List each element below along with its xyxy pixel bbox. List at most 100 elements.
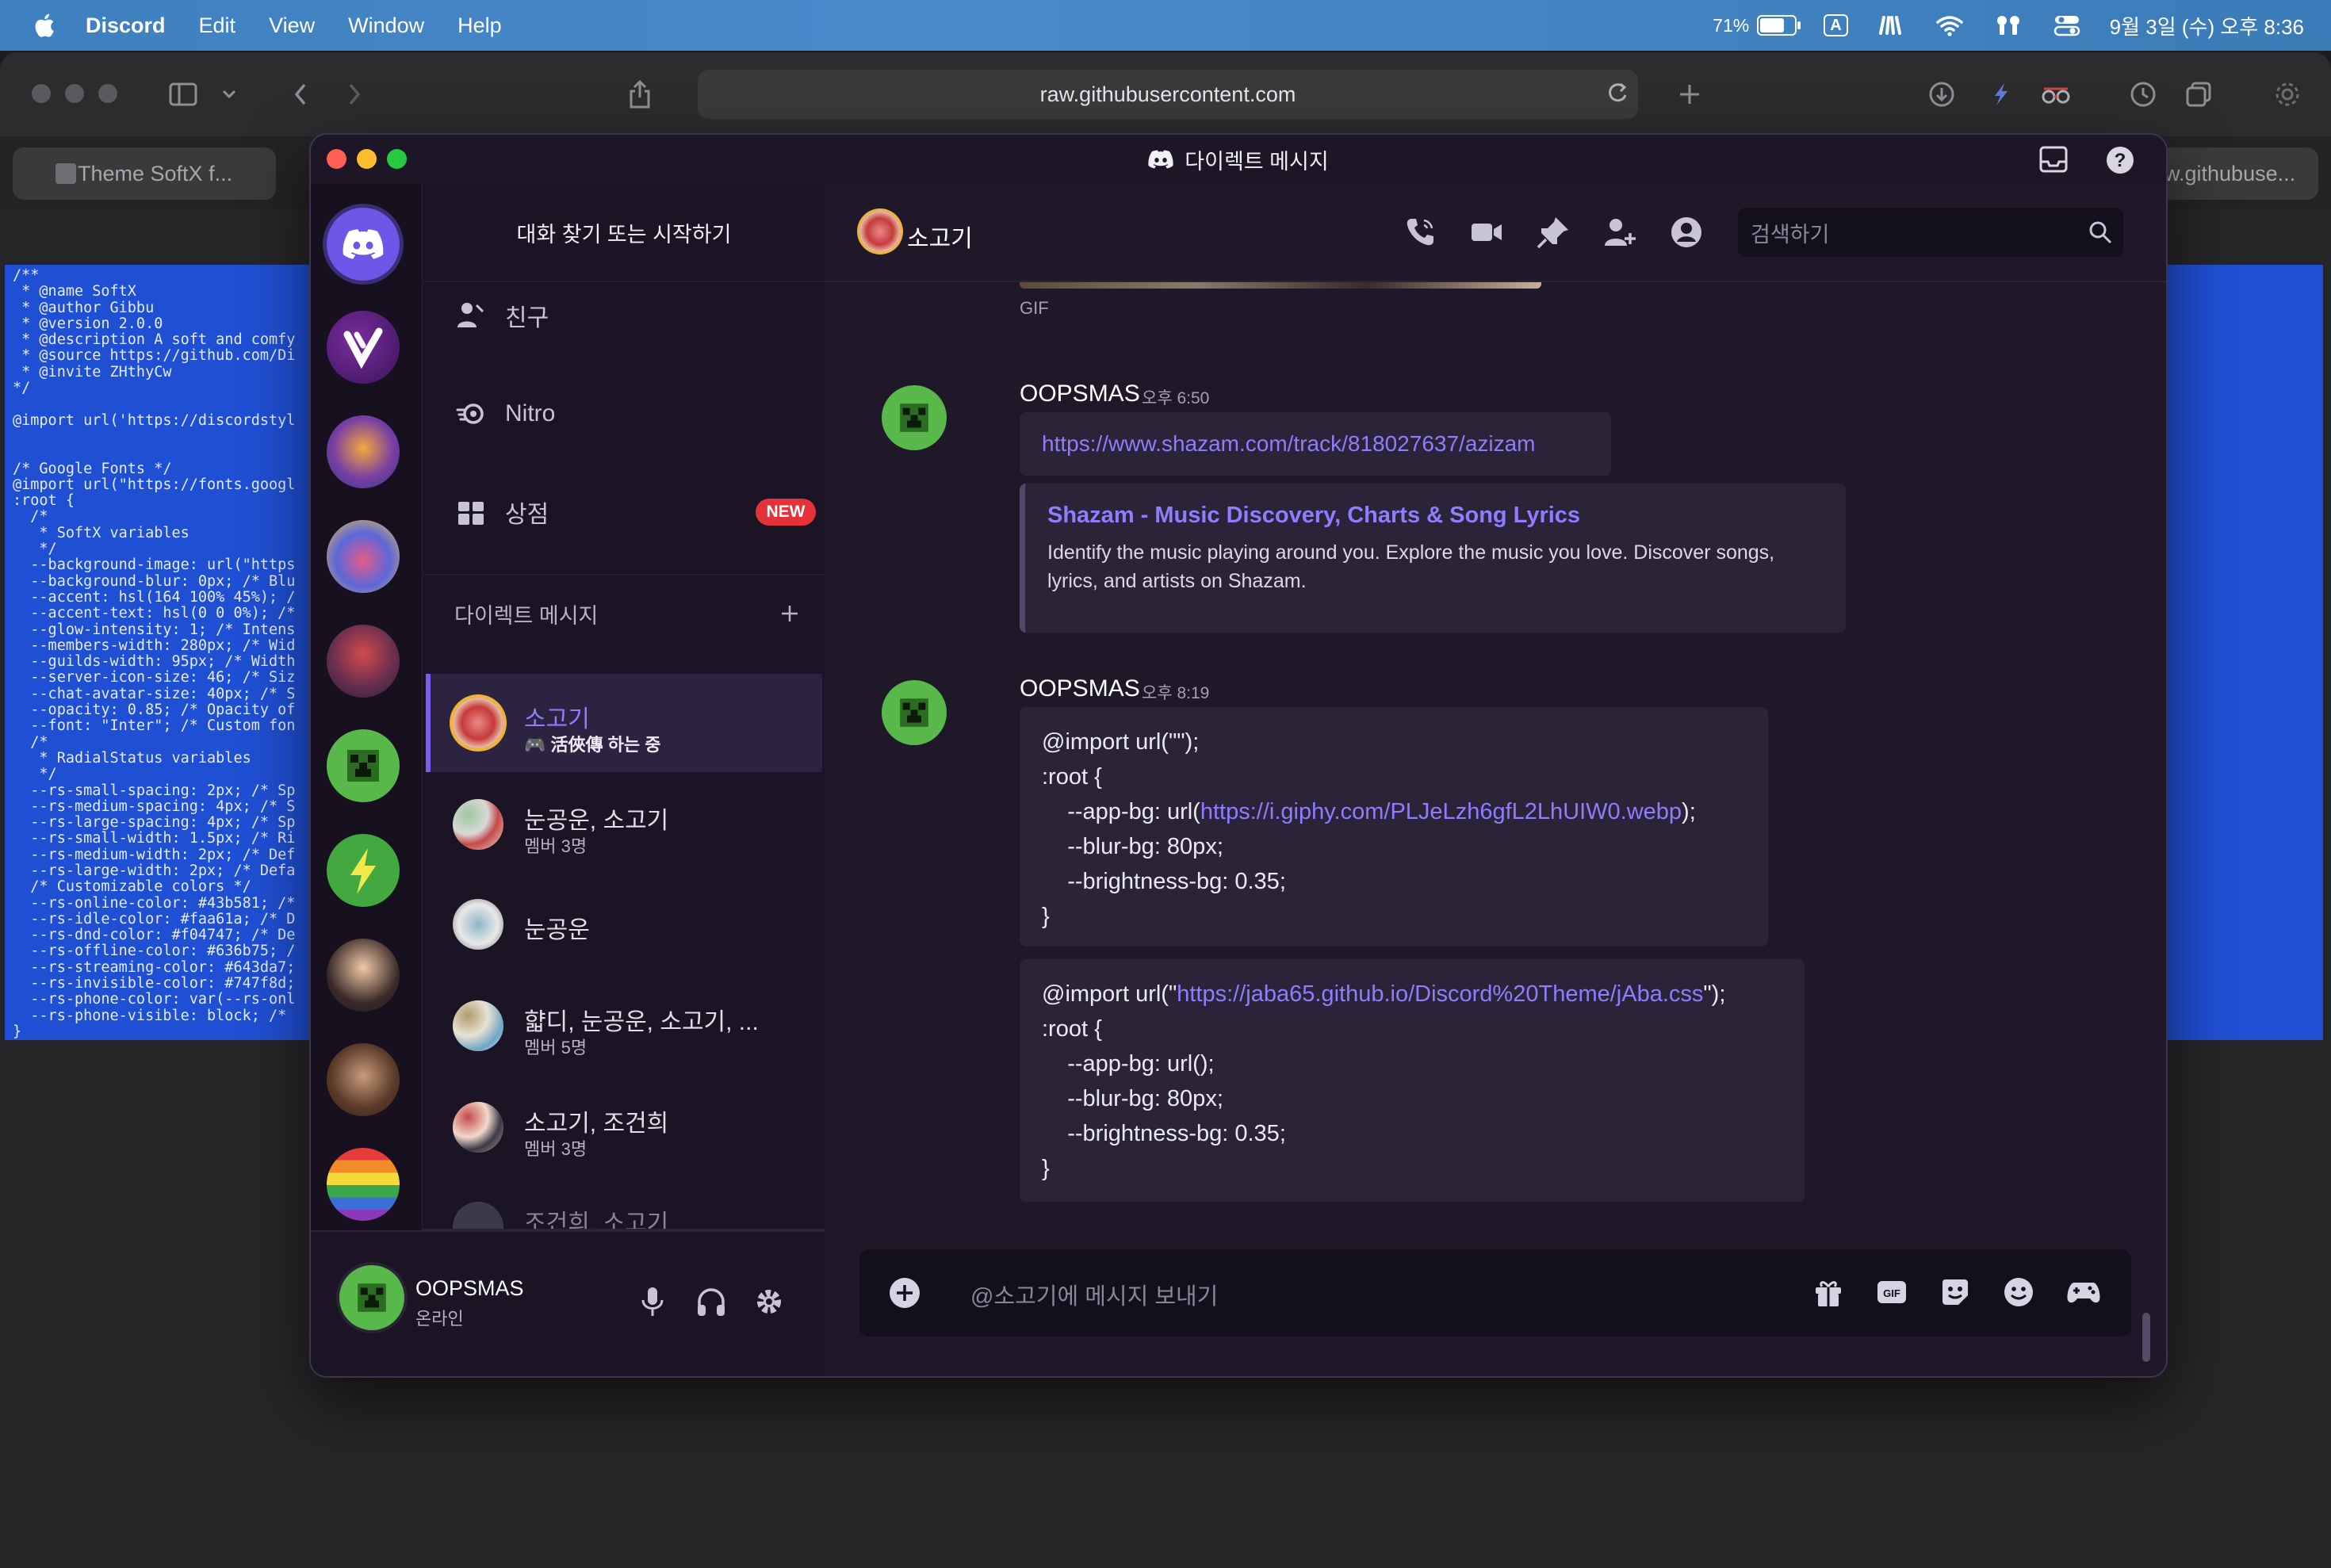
server-icon-bolt[interactable] <box>327 834 400 907</box>
reload-icon[interactable] <box>1605 76 1630 117</box>
css-source-code-right <box>2160 265 2323 1040</box>
dm-item-group-4[interactable]: 조건희, 소고기 <box>426 1178 822 1230</box>
gif-preview[interactable] <box>1020 282 1541 289</box>
shazam-link[interactable]: https://www.shazam.com/track/818027637/a… <box>1020 412 1611 476</box>
code-line: "); <box>1703 981 1726 1007</box>
link-embed-card: Shazam - Music Discovery, Charts & Song … <box>1020 484 1846 633</box>
server-icon-4[interactable] <box>327 625 400 698</box>
sticker-icon[interactable] <box>1939 1276 1973 1310</box>
address-bar[interactable]: raw.githubusercontent.com <box>698 70 1638 119</box>
safari-zoom-button[interactable] <box>98 84 117 103</box>
menu-app-name[interactable]: Discord <box>86 13 166 38</box>
nav-shop[interactable]: 상점 NEW <box>456 488 816 536</box>
nav-nitro[interactable]: Nitro <box>456 390 555 438</box>
server-icon-2[interactable] <box>327 415 400 488</box>
wifi-icon[interactable] <box>1934 14 1965 36</box>
server-icon-pixel[interactable] <box>327 1043 400 1116</box>
find-conversation-button[interactable]: 대화 찾기 또는 시작하기 <box>423 184 825 282</box>
add-attachment-icon[interactable] <box>888 1276 921 1310</box>
safari-close-button[interactable] <box>32 84 51 103</box>
channel-avatar <box>859 211 901 252</box>
microphone-icon[interactable] <box>639 1286 666 1321</box>
server-icon-rainbow[interactable] <box>327 1148 400 1221</box>
help-icon[interactable]: ? <box>2106 146 2134 180</box>
server-icon-1[interactable] <box>327 311 400 384</box>
tab-theme-softx[interactable]: Theme SoftX f... <box>13 147 276 200</box>
input-source-indicator[interactable]: A <box>1824 14 1848 36</box>
forward-icon[interactable] <box>336 76 373 113</box>
chat-scrollbar[interactable] <box>2142 1313 2150 1362</box>
apple-icon[interactable] <box>32 12 56 39</box>
menu-view[interactable]: View <box>269 13 315 38</box>
dm-name: 햛디, 눈공운, 소고기, ... <box>524 1009 759 1035</box>
back-icon[interactable] <box>282 76 319 113</box>
new-badge: NEW <box>756 499 816 526</box>
dm-item-nungongun[interactable]: 눈공운 <box>426 875 822 973</box>
code-line: --app-bg: url(); <box>1042 1051 1215 1077</box>
add-friends-to-dm-icon[interactable] <box>1603 216 1636 249</box>
message-avatar[interactable] <box>882 680 947 745</box>
code-line: --brightness-bg: 0.35; <box>1042 869 1286 894</box>
dm-item-sogogi[interactable]: 소고기 🎮 活俠傳 하는 중 <box>426 674 822 772</box>
code-line: @import url(""); <box>1042 729 1200 755</box>
gif-label: GIF <box>1020 298 1049 318</box>
menu-help[interactable]: Help <box>457 13 502 38</box>
activities-gamepad-icon[interactable] <box>2066 1276 2100 1310</box>
glasses-extension-icon[interactable] <box>2038 76 2074 113</box>
user-settings-gear-icon[interactable] <box>753 1286 785 1321</box>
nav-friends[interactable]: 친구 <box>456 292 549 339</box>
emoji-icon[interactable] <box>2003 1276 2036 1310</box>
new-tab-icon[interactable] <box>1671 76 1708 113</box>
battery-status[interactable]: 71% <box>1713 15 1801 36</box>
gift-icon[interactable] <box>1812 1276 1846 1310</box>
server-icon-person[interactable] <box>327 939 400 1012</box>
dm-item-group-1[interactable]: 눈공운, 소고기 멤버 3명 <box>426 775 822 874</box>
user-profile-icon[interactable] <box>1670 216 1703 249</box>
voice-call-icon[interactable] <box>1403 216 1437 249</box>
share-icon[interactable] <box>622 76 658 113</box>
message-author[interactable]: OOPSMAS <box>1020 381 1140 407</box>
tabs-overview-icon[interactable] <box>2180 76 2217 113</box>
dm-member-count: 멤버 3명 <box>524 1139 588 1159</box>
sidebar-toggle-icon[interactable] <box>165 76 201 113</box>
user-avatar[interactable] <box>339 1265 404 1330</box>
chevron-down-icon[interactable] <box>211 76 247 113</box>
minimize-button[interactable] <box>357 149 377 169</box>
zoom-button[interactable] <box>387 149 407 169</box>
server-icon-creeper[interactable] <box>327 729 400 802</box>
gif-picker-icon[interactable]: GIF <box>1876 1276 1909 1310</box>
jaba-css-link[interactable]: https://jaba65.github.io/Discord%20Theme… <box>1177 981 1703 1007</box>
control-widget-icon[interactable] <box>1875 14 1907 36</box>
menu-window[interactable]: Window <box>348 13 424 38</box>
downloads-icon[interactable] <box>1923 76 1960 113</box>
home-button[interactable] <box>327 208 400 281</box>
close-button[interactable] <box>327 149 346 169</box>
safari-minimize-button[interactable] <box>65 84 84 103</box>
dm-item-group-3[interactable]: 소고기, 조건희 멤버 3명 <box>426 1078 822 1176</box>
server-icon-3[interactable] <box>327 520 400 593</box>
code-line: :root { <box>1042 764 1102 790</box>
embed-title[interactable]: Shazam - Music Discovery, Charts & Song … <box>1047 503 1824 529</box>
control-center-icon[interactable] <box>2051 14 2083 36</box>
giphy-link[interactable]: https://i.giphy.com/PLJeLzh6gfL2LhUIW0.w… <box>1200 799 1682 824</box>
message-avatar[interactable] <box>882 385 947 450</box>
extension-icon[interactable] <box>1982 76 2019 113</box>
video-call-icon[interactable] <box>1470 216 1503 249</box>
add-dm-icon[interactable] <box>779 603 800 624</box>
inbox-icon[interactable] <box>2039 146 2068 178</box>
dm-item-group-2[interactable]: 햛디, 눈공운, 소고기, ... 멤버 5명 <box>426 977 822 1075</box>
discord-window: 다이렉트 메시지 ? 대화 찾기 또는 시작하기 친구 Nitro 상점 NEW… <box>311 135 2166 1376</box>
history-icon[interactable] <box>2125 76 2161 113</box>
menu-clock[interactable]: 9월 3일 (수) 오후 8:36 <box>2110 11 2304 40</box>
message-composer[interactable]: @소고기에 메시지 보내기 GIF <box>859 1249 2131 1337</box>
creeper-icon <box>900 698 928 727</box>
menu-edit[interactable]: Edit <box>199 13 236 38</box>
message-author[interactable]: OOPSMAS <box>1020 675 1140 702</box>
message-input-placeholder: @소고기에 메시지 보내기 <box>970 1284 1219 1310</box>
airplay-icon[interactable] <box>1992 14 2024 36</box>
settings-gear-icon[interactable] <box>2269 76 2306 113</box>
pinned-messages-icon[interactable] <box>1537 216 1570 249</box>
headphones-icon[interactable] <box>696 1286 726 1321</box>
tab-raw-github[interactable]: w.githubuse... <box>2160 147 2318 200</box>
search-input[interactable]: 검색하기 <box>1738 208 2123 257</box>
